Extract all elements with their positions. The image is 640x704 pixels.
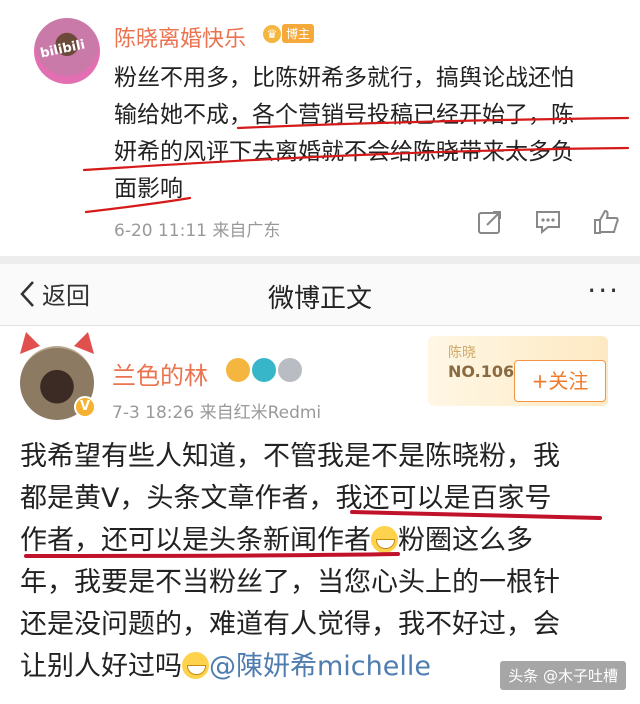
- post-meta: 7-3 18:26 来自红米Redmi: [112, 403, 322, 423]
- post-text-segment: 作者，还可以是头条新闻作者: [20, 525, 371, 556]
- like-icon[interactable]: [592, 208, 620, 236]
- medal-badge-icon[interactable]: [278, 358, 302, 382]
- section-divider: [0, 256, 640, 264]
- author-name[interactable]: 兰色的林: [112, 356, 208, 391]
- bilibili-logo: bilibili: [38, 37, 87, 62]
- camera-badge-icon[interactable]: [252, 358, 276, 382]
- grin-emoji-icon: [371, 526, 398, 553]
- author-name[interactable]: 陈晓离婚快乐: [114, 21, 246, 53]
- post-text-segment: 粉圈这么多: [398, 525, 533, 556]
- watermark: 头条 @木子吐槽: [500, 661, 626, 690]
- badge-label: 博主: [282, 24, 315, 43]
- blogger-badge: ♛ 博主: [263, 24, 315, 43]
- fan-card-name: 陈晓: [448, 345, 476, 361]
- crown-icon: ♛: [263, 24, 281, 43]
- nav-bar: 返回 微博正文 ···: [0, 264, 640, 326]
- share-icon[interactable]: [476, 208, 504, 236]
- post-text-line: 都是黄V，头条文章作者，我还可以是百家号: [20, 483, 552, 514]
- verified-v-icon: V: [74, 396, 96, 418]
- post-text: 我希望有些人知道，不管我是不是陈晓粉，我 都是黄V，头条文章作者，我还可以是百家…: [20, 436, 620, 688]
- post-text-line: 妍希的风评下去离婚就不会给陈晓带来太多负: [114, 139, 574, 165]
- weibo-post-main: V 兰色的林 7-3 18:26 来自红米Redmi 陈晓 NO.10600 +…: [0, 326, 640, 704]
- mention-link[interactable]: @陳妍希michelle: [209, 651, 431, 682]
- comment-icon[interactable]: [534, 208, 562, 236]
- user-badges: [226, 358, 302, 382]
- post-text-line: 我希望有些人知道，不管我是不是陈晓粉，我: [20, 441, 560, 472]
- post-text-line: 年，我要是不当粉丝了，当您心头上的一根针: [20, 567, 560, 598]
- weibo-post-top: bilibili 陈晓离婚快乐 ♛ 博主 粉丝不用多，比陈妍希多就行，搞舆论战还…: [0, 0, 640, 256]
- follow-button[interactable]: +关注: [514, 360, 606, 402]
- avatar[interactable]: bilibili: [34, 18, 100, 84]
- avatar[interactable]: V: [20, 332, 96, 420]
- post-actions: [476, 208, 620, 236]
- post-text-line: 粉丝不用多，比陈妍希多就行，搞舆论战还怕: [114, 65, 574, 91]
- post-text-line: 作者，还可以是头条新闻作者 粉圈这么多: [20, 520, 620, 562]
- crown-badge-icon[interactable]: [226, 358, 250, 382]
- more-button[interactable]: ···: [587, 274, 620, 307]
- post-text-line: 还是没问题的，难道有人觉得，我不好过，会: [20, 609, 560, 640]
- grin-emoji-icon: [182, 652, 209, 679]
- page-title: 微博正文: [267, 284, 372, 314]
- post-text-line: 输给她不成，各个营销号投稿已经开始了，陈: [114, 102, 574, 128]
- post-text-line: 面影响: [114, 176, 183, 202]
- cat-ears-decoration: [20, 332, 94, 354]
- post-text: 粉丝不用多，比陈妍希多就行，搞舆论战还怕 输给她不成，各个营销号投稿已经开始了，…: [114, 60, 624, 208]
- post-text-segment: 让别人好过吗: [20, 651, 182, 682]
- post-meta: 6-20 11:11 来自广东: [114, 221, 281, 241]
